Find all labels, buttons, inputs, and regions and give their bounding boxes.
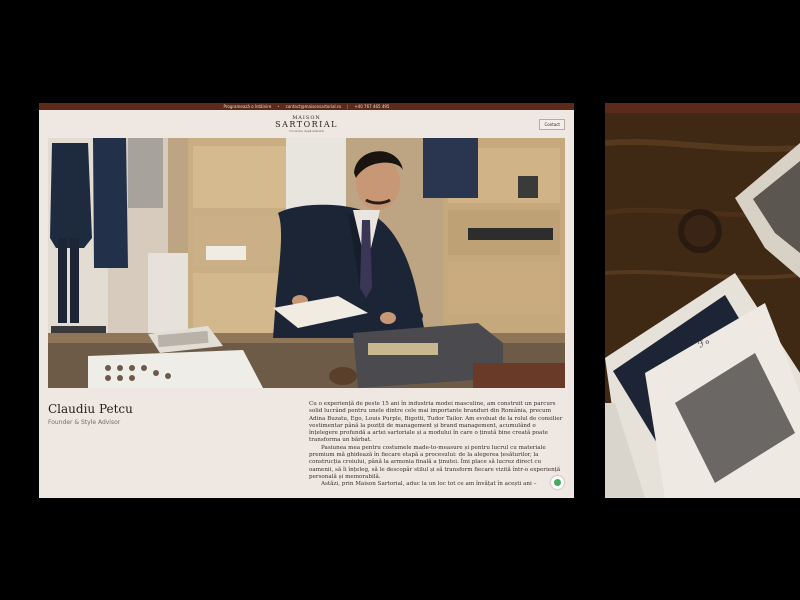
bio-paragraph-3: Astăzi, prin Maison Sartorial, aduc la u… [321,481,537,488]
email-link[interactable]: contact@maisonsartorial.ro [286,104,341,109]
logo-line-2: SARTORIAL [275,120,338,129]
topbar-separator-2: | [346,104,349,109]
logo-tagline: Croitorie după măsură [289,129,324,133]
website-window: Programează o întâlnire • contact@maison… [39,103,574,498]
brand-logo[interactable]: MAISON SARTORIAL Croitorie după măsură [275,115,338,133]
hero-photo [48,138,565,388]
appointment-link[interactable]: Programează o întâlnire [224,104,272,109]
bio-paragraph-1: Cu o experiență de peste 15 ani în indus… [309,401,563,444]
phone-link[interactable]: +40 767 465 495 [354,104,389,109]
side-photo-panel: ℱℴ [605,103,800,498]
chat-icon-dot [554,479,561,486]
person-name: Claudiu Petcu [48,402,133,416]
contact-button[interactable]: Contact [539,119,565,130]
person-role: Founder & Style Advisor [48,419,121,426]
fabric-swatches-photo: ℱℴ [605,103,800,498]
site-header: MAISON SARTORIAL Croitorie după măsură C… [39,110,574,138]
bio-paragraph-2: Pasiunea mea pentru costumele made-to-me… [309,444,561,480]
whatsapp-chat-icon[interactable] [551,476,564,489]
tailor-at-desk-photo [48,138,565,388]
bio-text: Cu o experiență de peste 15 ani în indus… [309,401,564,489]
top-announcement-bar: Programează o întâlnire • contact@maison… [39,103,574,110]
topbar-separator: • [277,104,280,109]
